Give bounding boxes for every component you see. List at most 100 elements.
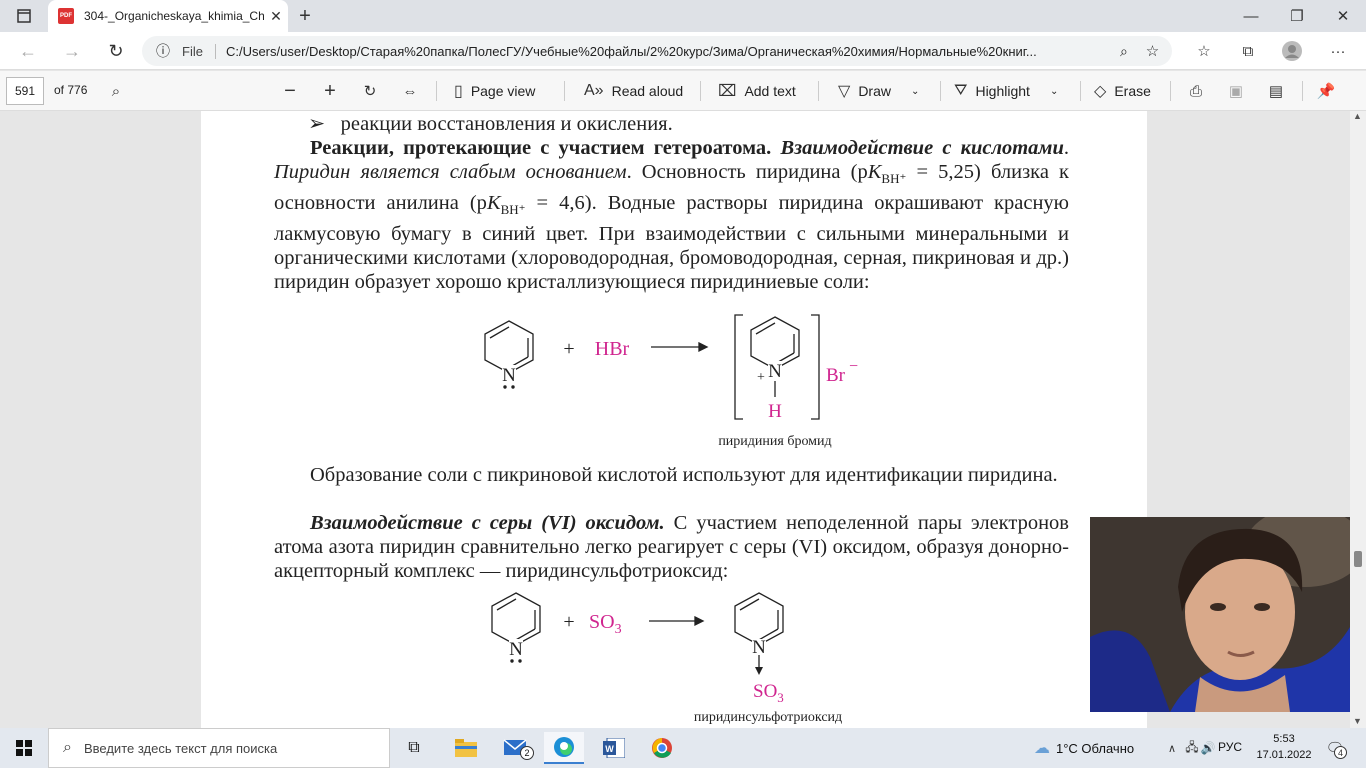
draw-label: Draw (858, 83, 891, 99)
collections-icon[interactable]: ⧉ (1234, 39, 1262, 63)
pyridinium-h: H (768, 401, 782, 422)
close-window-icon[interactable]: ✕ (1328, 4, 1358, 28)
mail-icon[interactable]: 2 (496, 732, 536, 764)
chevron-down-icon[interactable]: ⌄ (1050, 86, 1058, 97)
task-view-icon[interactable]: ⧉ (394, 732, 434, 764)
pin-toolbar-icon[interactable]: 📌 (1314, 79, 1338, 103)
draw-button[interactable]: ▽ Draw ⌄ (838, 71, 919, 111)
fit-page-icon[interactable]: ⇔ (398, 79, 422, 103)
new-tab-icon[interactable]: + (292, 4, 318, 28)
word-icon[interactable]: W (594, 732, 634, 764)
rotate-icon[interactable]: ↻ (358, 79, 382, 103)
reaction-pyridine-so3: N + SO3 N SO3 пиридинсульфотриоксид (491, 592, 842, 725)
chrome-icon[interactable] (642, 732, 682, 764)
para1-sub2: BH⁺ (500, 202, 526, 218)
back-icon[interactable]: ← (14, 39, 42, 63)
scroll-thumb[interactable] (1354, 551, 1362, 567)
print-icon[interactable]: ⎙ (1184, 79, 1208, 103)
bromide-charge: − (849, 358, 858, 375)
close-tab-icon[interactable]: ✕ (264, 8, 288, 25)
pyridine-n: N (509, 639, 523, 660)
zoom-out-icon[interactable]: − (278, 79, 302, 103)
page-view-button[interactable]: ▯ Page view (454, 71, 535, 111)
taskbar-search-box[interactable]: ⌕ Введите здесь текст для поиска (48, 728, 390, 768)
clock[interactable]: 5:53 17.01.2022 (1256, 731, 1312, 763)
highlight-button[interactable]: ⛛ Highlight ⌄ (954, 71, 1058, 111)
highlight-icon: ⛛ (954, 82, 968, 99)
tab-actions-icon[interactable] (8, 4, 40, 28)
erase-button[interactable]: ◇ Erase (1094, 71, 1151, 111)
bromide-anion: Br (826, 365, 846, 386)
save-icon[interactable]: ▣ (1224, 79, 1248, 103)
separator (436, 81, 437, 101)
mail-badge: 2 (520, 746, 534, 760)
separator (564, 81, 565, 101)
search-icon[interactable]: ⌕ (104, 79, 128, 103)
chevron-down-icon[interactable]: ⌄ (911, 86, 919, 97)
para1-bold: Реакции, протекающие с участием гетероат… (310, 137, 772, 159)
minimize-icon[interactable]: — (1236, 4, 1266, 28)
refresh-icon[interactable]: ↻ (102, 39, 130, 63)
para3-bolditalic: Взаимодействие с серы (VI) оксидом. (310, 512, 665, 534)
browser-tab[interactable]: PDF 304-_Organicheskaya_khimia_Ch ✕ (48, 0, 288, 32)
vertical-scrollbar[interactable]: ▲ ▼ (1350, 111, 1366, 728)
notifications-icon[interactable]: 🗨4 (1320, 736, 1350, 760)
file-explorer-icon[interactable] (446, 732, 486, 764)
add-favorite-icon[interactable]: ☆ (1146, 42, 1159, 60)
clock-date: 17.01.2022 (1256, 749, 1312, 761)
paragraph-acids: Реакции, протекающие с участием гетероат… (274, 137, 1070, 294)
pdf-toolbar: 591 of 776 ⌕ − + ↻ ⇔ ▯ Page view A» Read… (0, 71, 1366, 111)
file-label: File (170, 43, 216, 59)
profile-avatar-icon[interactable] (1280, 39, 1304, 63)
bullet-line: ➢ реакции восстановления и окисления. (308, 112, 673, 136)
zoom-in-icon[interactable]: + (318, 79, 342, 103)
add-text-button[interactable]: ⌧ Add text (718, 71, 796, 111)
separator (940, 81, 941, 101)
para1-bolditalic: Взаимодействие с кислотами (780, 137, 1064, 159)
forward-icon[interactable]: → (58, 39, 86, 63)
page-view-icon: ▯ (454, 83, 463, 100)
para1-text-a: . Основность пиридина (p (626, 161, 868, 183)
para1-k: K (867, 161, 882, 183)
read-aloud-button[interactable]: A» Read aloud (584, 71, 683, 111)
eraser-icon: ◇ (1094, 83, 1107, 100)
favorites-icon[interactable]: ☆ (1190, 39, 1218, 63)
para1-italic: Пиридин является слабым основанием (274, 161, 627, 183)
svg-text:SO3: SO3 (753, 681, 784, 705)
add-text-icon: ⌧ (718, 83, 737, 100)
language-indicator[interactable]: РУС (1218, 740, 1242, 754)
erase-label: Erase (1114, 83, 1151, 99)
more-menu-icon[interactable]: ··· (1324, 39, 1352, 63)
reaction-plus: + (563, 338, 574, 360)
product-so: SO (753, 681, 777, 702)
caption-pyridinium-bromide: пиридиния бромид (718, 434, 831, 449)
weather-widget[interactable]: ☁ 1°C Облачно (1034, 728, 1134, 768)
restore-icon[interactable]: ❐ (1282, 4, 1312, 28)
read-aloud-icon: A» (584, 82, 604, 99)
para1-k2: K (486, 192, 501, 215)
page-number-input[interactable]: 591 (6, 77, 44, 105)
scroll-up-icon[interactable]: ▲ (1353, 111, 1362, 121)
network-icon[interactable]: 🖧 (1184, 736, 1200, 760)
save-as-icon[interactable]: ▤ (1264, 79, 1288, 103)
pyridine-n: N (502, 365, 516, 386)
pyridinium-charge: + (757, 370, 765, 385)
reagent-so-sub: 3 (615, 622, 622, 637)
reaction-pyridine-hbr: N + HBr N + H Br − пиридиния бромид (484, 314, 858, 449)
reagent-hbr: HBr (595, 338, 630, 360)
url-field[interactable]: ⓘ File C:/Users/user/Desktop/Старая%20па… (142, 36, 1172, 66)
tray-overflow-icon[interactable]: ∧ (1164, 736, 1180, 760)
file-info-icon[interactable]: ⓘ (142, 41, 170, 61)
scroll-down-icon[interactable]: ▼ (1353, 716, 1362, 726)
paragraph-picric: Образование соли с пикриновой кислотой и… (310, 464, 1058, 486)
svg-text:W: W (605, 744, 614, 754)
product-so-sub: 3 (777, 690, 784, 705)
clock-time: 5:53 (1273, 733, 1295, 745)
volume-icon[interactable]: 🔊 (1200, 736, 1216, 760)
zoom-icon[interactable]: ⌕ (1120, 43, 1128, 60)
windows-start-icon[interactable] (10, 736, 38, 760)
bullet-text: реакции восстановления и окисления. (340, 113, 673, 135)
notification-badge: 4 (1334, 746, 1347, 759)
page-view-label: Page view (470, 83, 536, 99)
edge-browser-icon[interactable] (544, 732, 584, 764)
